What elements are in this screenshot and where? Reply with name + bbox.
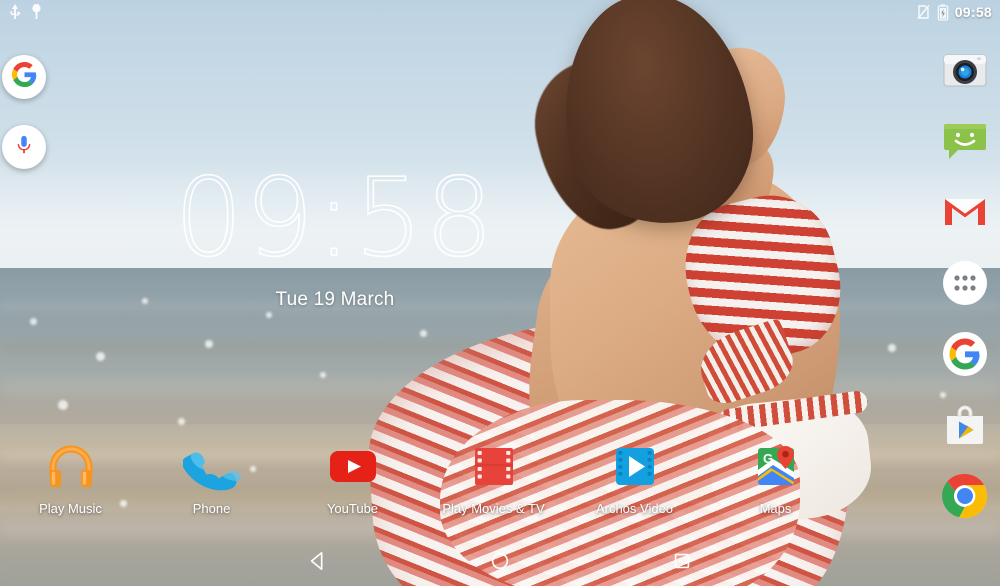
dock-item-youtube[interactable]: YouTube	[282, 440, 423, 516]
status-bar-clock: 09:58	[954, 4, 992, 20]
status-bar-left	[8, 4, 43, 20]
water-sparkle	[266, 312, 272, 318]
home-button[interactable]	[483, 546, 517, 580]
water-sparkle	[142, 298, 148, 304]
dock: Play Music Phone YouTube Play Movies & T…	[0, 440, 890, 536]
water-sparkle	[320, 372, 326, 378]
dock-item-maps[interactable]: G Maps	[705, 440, 846, 516]
sidebar-item-chrome[interactable]	[941, 472, 989, 520]
sidebar-item-play-store[interactable]	[941, 401, 989, 449]
dock-label: Play Movies & TV	[442, 501, 545, 516]
phone-icon	[181, 440, 241, 492]
dock-item-phone[interactable]: Phone	[141, 440, 282, 516]
dock-item-play-movies[interactable]: Play Movies & TV	[423, 440, 564, 516]
play-store-icon	[941, 405, 989, 453]
dock-label: Phone	[192, 501, 231, 516]
messaging-icon	[941, 124, 989, 169]
app-drawer-icon	[941, 261, 989, 311]
battery-icon	[937, 3, 949, 21]
sidebar-item-messaging[interactable]	[941, 117, 989, 165]
google-icon	[11, 62, 37, 92]
water-sparkle	[888, 344, 896, 352]
dock-item-archos-video[interactable]: Archos Video	[564, 440, 705, 516]
archos-video-icon	[606, 440, 664, 492]
sidebar-item-camera[interactable]	[941, 46, 989, 94]
sidebar-item-gmail[interactable]	[941, 188, 989, 236]
right-sidebar	[936, 46, 994, 520]
water-sparkle	[205, 340, 213, 348]
navigation-bar	[0, 540, 1000, 586]
sidebar-item-google[interactable]	[941, 330, 989, 378]
water-sparkle	[178, 418, 185, 425]
play-movies-icon	[465, 440, 523, 492]
chrome-icon	[941, 473, 989, 524]
camera-icon	[941, 54, 989, 98]
home-icon	[489, 550, 511, 577]
usb-icon	[8, 4, 22, 20]
gmail-icon	[941, 199, 989, 240]
google-search-button[interactable]	[2, 55, 46, 99]
dock-label: Archos Video	[595, 501, 674, 516]
google-icon	[941, 332, 989, 382]
water-sparkle	[58, 400, 68, 410]
charging-icon	[30, 4, 43, 20]
back-button[interactable]	[301, 546, 335, 580]
recents-icon	[671, 550, 693, 577]
back-icon	[307, 550, 329, 577]
microphone-icon	[13, 134, 35, 161]
sim-missing-icon	[916, 4, 931, 20]
voice-search-button[interactable]	[2, 125, 46, 169]
status-bar-right: 09:58	[916, 3, 992, 21]
water-sparkle	[96, 352, 105, 361]
status-bar: 09:58	[0, 0, 1000, 24]
svg-text:G: G	[763, 451, 773, 466]
maps-icon: G	[747, 440, 805, 492]
dock-item-play-music[interactable]: Play Music	[0, 440, 141, 516]
youtube-icon	[324, 440, 382, 492]
sidebar-item-apps[interactable]	[941, 259, 989, 307]
recents-button[interactable]	[665, 546, 699, 580]
dock-label: Maps	[759, 501, 792, 516]
play-music-icon	[42, 440, 100, 492]
dock-label: YouTube	[326, 501, 379, 516]
water-sparkle	[30, 318, 37, 325]
dock-label: Play Music	[39, 501, 102, 516]
